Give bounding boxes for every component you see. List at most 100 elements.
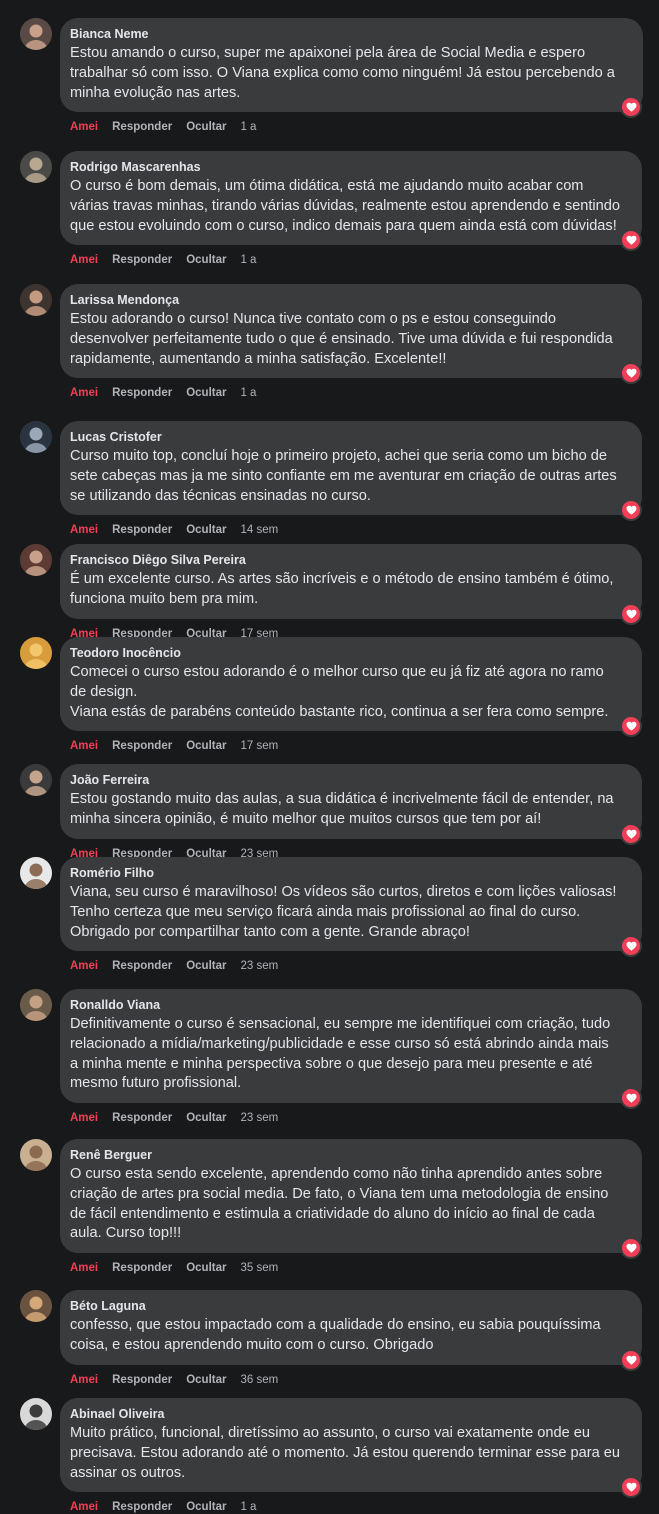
like-button[interactable]: Amei	[70, 387, 98, 399]
comment-author[interactable]: Francisco Diêgo Silva Pereira	[70, 552, 630, 568]
comment-author[interactable]: Bianca Neme	[70, 26, 631, 42]
like-button[interactable]: Amei	[70, 1501, 98, 1513]
comment-author[interactable]: Renê Berguer	[70, 1147, 630, 1163]
comment-text-line: Curso muito top, concluí hoje o primeiro…	[70, 448, 608, 464]
comment-author[interactable]: Teodoro Inocêncio	[70, 645, 630, 661]
love-reaction-icon[interactable]	[620, 602, 642, 625]
reply-button[interactable]: Responder	[112, 960, 172, 972]
reply-button[interactable]: Responder	[112, 387, 172, 399]
like-button[interactable]: Amei	[70, 1262, 98, 1274]
avatar[interactable]	[20, 1290, 52, 1322]
comment-text-line: Viana estás de parabéns conteúdo bastant…	[70, 703, 609, 720]
comment-author[interactable]: Rodrigo Mascarenhas	[70, 159, 630, 175]
comment-bubble: Rodrigo Mascarenhas O curso é bom demais,…	[60, 151, 642, 246]
like-button[interactable]: Amei	[70, 1374, 98, 1386]
like-button[interactable]: Amei	[70, 1112, 98, 1124]
comment-bubble: Renê Berguer O curso esta sendo excelente…	[60, 1139, 642, 1254]
hide-button[interactable]: Ocultar	[186, 1112, 226, 1124]
love-reaction-icon[interactable]	[620, 499, 642, 522]
comment-timestamp[interactable]: 17 sem	[240, 740, 278, 752]
love-reaction-icon[interactable]	[620, 715, 642, 738]
love-reaction-icon[interactable]	[620, 1348, 642, 1371]
like-button[interactable]: Amei	[70, 254, 98, 266]
like-button[interactable]: Amei	[70, 960, 98, 972]
avatar[interactable]	[20, 857, 52, 889]
hide-button[interactable]: Ocultar	[186, 524, 226, 536]
comment-text-line: confesso, que estou impactado com a qual…	[70, 1317, 601, 1333]
comment-text-line: relacionado a mídia/marketing/publicidad…	[70, 1035, 609, 1052]
comment-text-line: de design.	[70, 683, 138, 700]
comment-timestamp[interactable]: 36 sem	[240, 1374, 278, 1386]
like-button[interactable]: Amei	[70, 524, 98, 536]
reply-button[interactable]: Responder	[112, 1112, 172, 1124]
comment-bubble: Ronalldo Viana Definitivamente o curso é …	[60, 989, 642, 1104]
reply-button[interactable]: Responder	[112, 524, 172, 536]
like-button[interactable]: Amei	[70, 740, 98, 752]
avatar[interactable]	[20, 1139, 52, 1171]
hide-button[interactable]: Ocultar	[186, 960, 226, 972]
reply-button[interactable]: Responder	[112, 121, 172, 133]
love-reaction-icon[interactable]	[620, 362, 642, 385]
comment-author[interactable]: João Ferreira	[70, 772, 630, 788]
love-reaction-icon[interactable]	[620, 229, 642, 252]
comment-timestamp[interactable]: 1 a	[240, 121, 256, 133]
comment-timestamp[interactable]: 23 sem	[240, 960, 278, 972]
comment-timestamp[interactable]: 35 sem	[240, 1262, 278, 1274]
comment-author[interactable]: Ronalldo Viana	[70, 997, 630, 1013]
hide-button[interactable]: Ocultar	[186, 740, 226, 752]
comment-timestamp[interactable]: 1 a	[240, 387, 256, 399]
comment-text-line: Estou gostando muito das aulas, a sua di…	[70, 791, 614, 807]
avatar[interactable]	[20, 18, 52, 50]
hide-button[interactable]: Ocultar	[186, 387, 226, 399]
comment-text: O curso é bom demais, um ótima didática,…	[70, 177, 630, 236]
love-reaction-icon[interactable]	[620, 822, 642, 845]
comment-bubble: Béto Laguna confesso, que estou impactado…	[60, 1290, 642, 1365]
comment-text-line: minha sincera opinião, é muito melhor qu…	[70, 810, 542, 827]
comment-timestamp[interactable]: 14 sem	[240, 524, 278, 536]
comment-actions: Amei Responder Ocultar 14 sem	[70, 523, 292, 537]
reply-button[interactable]: Responder	[112, 1501, 172, 1513]
reply-button[interactable]: Responder	[112, 254, 172, 266]
comment-actions: Amei Responder Ocultar 36 sem	[70, 1373, 292, 1387]
avatar[interactable]	[20, 421, 52, 453]
avatar[interactable]	[20, 989, 52, 1021]
comment-bubble: Larissa Mendonça Estou adorando o curso! …	[60, 284, 642, 379]
hide-button[interactable]: Ocultar	[186, 1374, 226, 1386]
love-reaction-icon[interactable]	[620, 1087, 642, 1110]
avatar[interactable]	[20, 284, 52, 316]
love-reaction-icon[interactable]	[620, 1237, 642, 1260]
comment-actions: Amei Responder Ocultar 23 sem	[70, 959, 292, 973]
comment-text-line: assinar os outros.	[70, 1464, 186, 1481]
hide-button[interactable]: Ocultar	[186, 1262, 226, 1274]
love-reaction-icon[interactable]	[620, 1476, 642, 1499]
reply-button[interactable]: Responder	[112, 1374, 172, 1386]
love-reaction-icon[interactable]	[620, 935, 642, 958]
comment-bubble: Bianca Neme Estou amando o curso, super m…	[60, 18, 643, 113]
comment-author[interactable]: Larissa Mendonça	[70, 292, 630, 308]
hide-button[interactable]: Ocultar	[186, 1501, 226, 1513]
comment-text-line: se utilizando das técnicas ensinadas no …	[70, 487, 371, 504]
like-button[interactable]: Amei	[70, 121, 98, 133]
comment-author[interactable]: Béto Laguna	[70, 1298, 630, 1314]
reply-button[interactable]: Responder	[112, 740, 172, 752]
comment-text-line: mesmo futuro profissional.	[70, 1075, 242, 1092]
comment-timestamp[interactable]: 23 sem	[240, 1112, 278, 1124]
comment-author[interactable]: Abinael Oliveira	[70, 1406, 630, 1422]
comment-timestamp[interactable]: 1 a	[240, 1501, 256, 1513]
comment-text: O curso esta sendo excelente, aprendendo…	[70, 1165, 630, 1244]
avatar[interactable]	[20, 151, 52, 183]
avatar[interactable]	[20, 544, 52, 576]
hide-button[interactable]: Ocultar	[186, 254, 226, 266]
comment-bubble: João Ferreira Estou gostando muito das au…	[60, 764, 642, 839]
reply-button[interactable]: Responder	[112, 1262, 172, 1274]
comment-text-line: minha evolução nas artes.	[70, 84, 241, 101]
comment-author[interactable]: Lucas Cristofer	[70, 429, 630, 445]
comment-author[interactable]: Romério Filho	[70, 865, 630, 881]
love-reaction-icon[interactable]	[620, 96, 642, 119]
avatar[interactable]	[20, 1398, 52, 1430]
avatar[interactable]	[20, 764, 52, 796]
comment-timestamp[interactable]: 1 a	[240, 254, 256, 266]
hide-button[interactable]: Ocultar	[186, 121, 226, 133]
avatar[interactable]	[20, 637, 52, 669]
comment-text-line: Definitivamente o curso é sensacional, e…	[70, 1016, 611, 1032]
